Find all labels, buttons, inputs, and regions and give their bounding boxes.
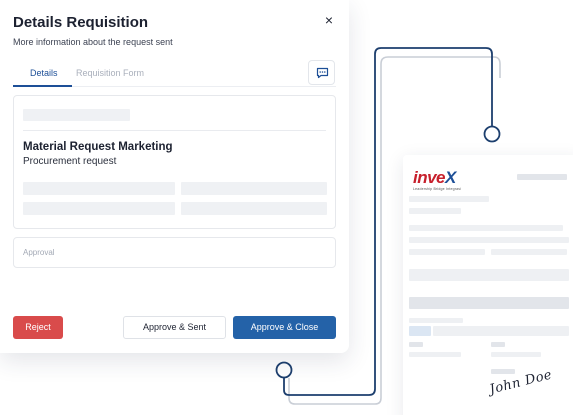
doc-placeholder-line xyxy=(491,369,515,374)
doc-placeholder-line xyxy=(409,196,489,202)
request-type: Procurement request xyxy=(23,156,117,167)
active-tab-indicator xyxy=(13,85,72,87)
invex-logo: inveX Leadership Bridge Integrasi xyxy=(413,168,462,191)
reject-button[interactable]: Reject xyxy=(13,316,63,339)
doc-placeholder-line xyxy=(409,318,463,323)
doc-placeholder-line xyxy=(409,208,461,214)
tab-details[interactable]: Details xyxy=(30,68,58,78)
card-divider xyxy=(23,130,326,131)
modal-subtitle: More information about the request sent xyxy=(13,37,173,47)
doc-placeholder-cell xyxy=(409,326,431,336)
doc-placeholder-line xyxy=(491,352,541,357)
tab-requisition-form[interactable]: Requisition Form xyxy=(76,68,144,78)
connector-end-dot-top xyxy=(483,125,501,143)
doc-placeholder-line xyxy=(491,249,567,255)
placeholder-bar xyxy=(181,202,327,215)
doc-placeholder-line xyxy=(491,342,505,347)
doc-placeholder-line xyxy=(409,342,423,347)
details-requisition-modal: Details Requisition More information abo… xyxy=(0,0,349,353)
doc-placeholder-cell xyxy=(433,326,569,336)
placeholder-bar xyxy=(23,202,175,215)
approve-close-button[interactable]: Approve & Close xyxy=(233,316,336,339)
doc-placeholder-line xyxy=(409,237,569,243)
approve-sent-button[interactable]: Approve & Sent xyxy=(123,316,226,339)
doc-placeholder-block xyxy=(409,297,569,309)
placeholder-bar xyxy=(181,182,327,195)
approval-label: Approval xyxy=(23,248,55,257)
placeholder-bar xyxy=(23,182,175,195)
chat-icon xyxy=(316,67,329,79)
approval-section[interactable]: Approval xyxy=(13,237,336,268)
close-icon[interactable]: × xyxy=(321,12,337,28)
doc-placeholder-block xyxy=(409,269,569,281)
comment-button[interactable] xyxy=(308,60,335,85)
doc-placeholder-line xyxy=(409,249,485,255)
connector-end-dot-bottom xyxy=(275,361,293,379)
doc-placeholder-line xyxy=(409,225,563,231)
placeholder-bar xyxy=(23,109,130,121)
doc-placeholder-line xyxy=(409,352,461,357)
request-details-card: Material Request Marketing Procurement r… xyxy=(13,95,336,229)
document-preview: inveX Leadership Bridge Integrasi John D… xyxy=(403,155,573,415)
doc-placeholder-line xyxy=(517,174,567,180)
request-title: Material Request Marketing xyxy=(23,141,173,153)
modal-title: Details Requisition xyxy=(13,14,149,31)
